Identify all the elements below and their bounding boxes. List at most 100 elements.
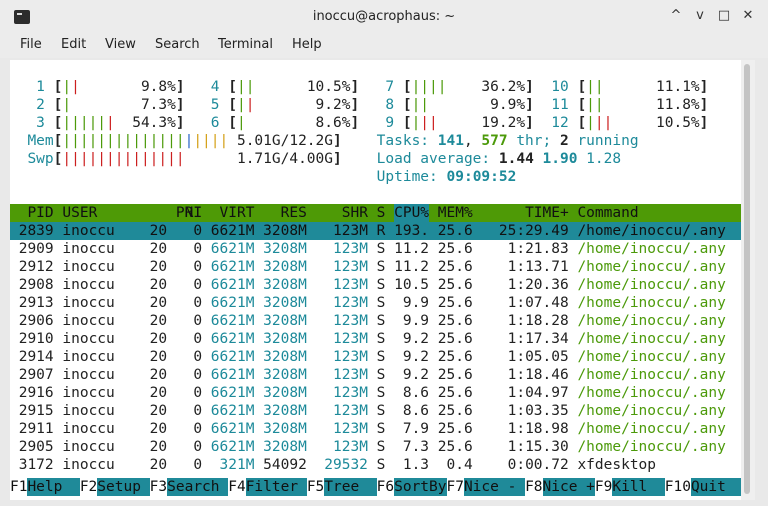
column-header-pid[interactable]: PID bbox=[27, 204, 53, 222]
priority: 20 bbox=[149, 439, 168, 455]
nice: 0 bbox=[193, 259, 203, 275]
restore-button[interactable]: v bbox=[690, 6, 710, 26]
column-header-ni[interactable]: NI bbox=[185, 204, 202, 222]
fkey-f8[interactable]: F8 bbox=[525, 478, 542, 496]
mem-bar-cache: |||| bbox=[193, 133, 229, 149]
process-row[interactable]: 2906 inoccu 20 0 6621M 3208M 123M S 9.9 25.6 1:18.… bbox=[10, 312, 741, 330]
virt: 6621M bbox=[210, 277, 255, 293]
fkey-label-sortby[interactable]: SortBy bbox=[394, 478, 447, 496]
res: 3208M bbox=[263, 421, 307, 437]
nice: 0 bbox=[193, 313, 203, 329]
column-header-time[interactable]: TIME+ bbox=[525, 204, 569, 222]
process-row[interactable]: 2911 inoccu 20 0 6621M 3208M 123M S 7.9 25.6 1:18.… bbox=[10, 420, 741, 438]
menu-search[interactable]: Search bbox=[155, 37, 200, 52]
fkey-label-search[interactable]: Search bbox=[167, 478, 229, 496]
bracket: ] bbox=[699, 97, 709, 113]
command: /home/inoccu/.any bbox=[577, 331, 726, 347]
res: 3208M bbox=[263, 331, 307, 347]
process-row[interactable]: 2907 inoccu 20 0 6621M 3208M 123M S 9.2 25.6 1:18.… bbox=[10, 366, 741, 384]
bracket: ] bbox=[175, 97, 185, 113]
process-row[interactable]: 2839 inoccu 20 0 6621M 3208M 123M R 193. 25.6 25:2… bbox=[10, 222, 741, 240]
process-row[interactable]: 2909 inoccu 20 0 6621M 3208M 123M S 11.2 25.6 1:21… bbox=[10, 240, 741, 258]
bracket: [ bbox=[402, 79, 412, 95]
command: /home/inoccu/.any bbox=[577, 349, 726, 365]
column-header-command[interactable]: Command bbox=[577, 204, 638, 222]
user: inoccu bbox=[62, 457, 115, 473]
cpu-time: 1:07.48 bbox=[507, 295, 569, 311]
fkey-label-tree[interactable]: Tree bbox=[324, 478, 377, 496]
res: 3208M bbox=[263, 223, 307, 239]
shr: 123M bbox=[333, 331, 368, 347]
fkey-label-nice[interactable]: Nice - bbox=[463, 478, 526, 496]
menu-terminal[interactable]: Terminal bbox=[218, 37, 273, 52]
command: /home/inoccu/.any bbox=[577, 367, 726, 383]
maximize-button[interactable]: □ bbox=[714, 6, 734, 26]
fkey-label-nice[interactable]: Nice + bbox=[542, 478, 595, 496]
process-row[interactable]: 2908 inoccu 20 0 6621M 3208M 123M S 10.5 25.6 1:20… bbox=[10, 276, 741, 294]
process-row[interactable]: 2915 inoccu 20 0 6621M 3208M 123M S 8.6 25.6 1:03.… bbox=[10, 402, 741, 420]
priority: 20 bbox=[149, 349, 168, 365]
process-row[interactable]: 2914 inoccu 20 0 6621M 3208M 123M S 9.2 25.6 1:05.… bbox=[10, 348, 741, 366]
cpu-value: 10.5% bbox=[656, 115, 700, 131]
command: /home/inoccu/.any bbox=[577, 223, 726, 239]
fkey-label-filter[interactable]: Filter bbox=[245, 478, 307, 496]
menu-view[interactable]: View bbox=[105, 37, 136, 52]
cpu-bar-segment: || bbox=[236, 79, 255, 95]
process-row[interactable]: 2913 inoccu 20 0 6621M 3208M 123M S 9.9 25.6 1:07.… bbox=[10, 294, 741, 312]
column-header-virt[interactable]: VIRT bbox=[220, 204, 255, 222]
fkey-f2[interactable]: F2 bbox=[80, 478, 97, 496]
column-header-res[interactable]: RES bbox=[281, 204, 307, 222]
fkey-label-quit[interactable]: Quit bbox=[690, 478, 741, 496]
shr: 123M bbox=[333, 295, 368, 311]
fkey-f7[interactable]: F7 bbox=[447, 478, 464, 496]
cpu-time: 1:20.36 bbox=[507, 277, 569, 293]
cpu-row: 3[||||| | 54.3%] 6[| 8.6%] 9[| || 19.2%] 12[| |… bbox=[10, 114, 741, 132]
fkey-f5[interactable]: F5 bbox=[307, 478, 324, 496]
bracket: [ bbox=[228, 115, 237, 131]
process-row[interactable]: 2905 inoccu 20 0 6621M 3208M 123M S 7.3 25.6 1:15.… bbox=[10, 438, 741, 456]
fkey-f9[interactable]: F9 bbox=[595, 478, 612, 496]
fkey-f1[interactable]: F1 bbox=[10, 478, 27, 496]
fkey-f4[interactable]: F4 bbox=[228, 478, 245, 496]
process-row[interactable]: 2916 inoccu 20 0 6621M 3208M 123M S 8.6 25.6 1:04.… bbox=[10, 384, 741, 402]
pid: 2839 bbox=[18, 223, 54, 239]
fkey-label-help[interactable]: Help bbox=[27, 478, 80, 496]
pid: 2913 bbox=[18, 295, 54, 311]
nice: 0 bbox=[193, 385, 203, 401]
cpu-label: 10 bbox=[551, 79, 569, 95]
process-row[interactable]: 2910 inoccu 20 0 6621M 3208M 123M S 9.2 25.6 1:17.… bbox=[10, 330, 741, 348]
column-header-s[interactable]: S bbox=[377, 204, 386, 222]
cpu-bar-segment: | bbox=[71, 79, 80, 95]
column-header-mem[interactable]: MEM% bbox=[438, 204, 473, 222]
terminal-view[interactable]: 1[| | 9.8%] 4[|| 10.5%] 7[|||| 36.2%] 10[|| 11… bbox=[10, 60, 741, 500]
minimize-button[interactable]: ^ bbox=[666, 6, 686, 26]
column-header-user[interactable]: USER bbox=[62, 204, 97, 222]
fkey-f3[interactable]: F3 bbox=[150, 478, 167, 496]
column-header-shr[interactable]: SHR bbox=[342, 204, 368, 222]
fkey-label-kill[interactable]: Kill bbox=[612, 478, 665, 496]
mem-percent: 25.6 bbox=[437, 439, 473, 455]
cpu-percent: 11.2 bbox=[394, 241, 430, 257]
cpu-row: 1[| | 9.8%] 4[|| 10.5%] 7[|||| 36.2%] 10[|| 11… bbox=[10, 78, 741, 96]
virt: 6621M bbox=[210, 331, 255, 347]
window-title: inoccu@acrophaus: ~ bbox=[312, 9, 456, 24]
menu-edit[interactable]: Edit bbox=[61, 37, 86, 52]
fkey-f10[interactable]: F10 bbox=[665, 478, 691, 496]
process-row[interactable]: 3172 inoccu 20 0 321M 54092 29532 S 1.3 0.4 0:00.7… bbox=[10, 456, 741, 474]
cpu-row: 2[| 7.3%] 5[| | 9.2%] 8[|| 9.9%] 11[|| 11.8%] bbox=[10, 96, 741, 114]
menu-help[interactable]: Help bbox=[292, 37, 322, 52]
cpu-bar-segment: | bbox=[245, 97, 255, 113]
column-header-cpu[interactable]: CPU% bbox=[394, 204, 430, 222]
close-button[interactable]: ✕ bbox=[738, 6, 758, 26]
scrollbar-thumb[interactable] bbox=[744, 64, 750, 494]
res: 3208M bbox=[263, 403, 307, 419]
fkey-label-setup[interactable]: Setup bbox=[97, 478, 150, 496]
nice: 0 bbox=[193, 277, 203, 293]
bracket: ] bbox=[333, 133, 342, 149]
process-row[interactable]: 2912 inoccu 20 0 6621M 3208M 123M S 11.2 25.6 1:13… bbox=[10, 258, 741, 276]
shr: 123M bbox=[333, 385, 368, 401]
pid: 2915 bbox=[18, 403, 54, 419]
menu-file[interactable]: File bbox=[20, 37, 42, 52]
scrollbar[interactable] bbox=[741, 60, 755, 500]
fkey-f6[interactable]: F6 bbox=[377, 478, 394, 496]
